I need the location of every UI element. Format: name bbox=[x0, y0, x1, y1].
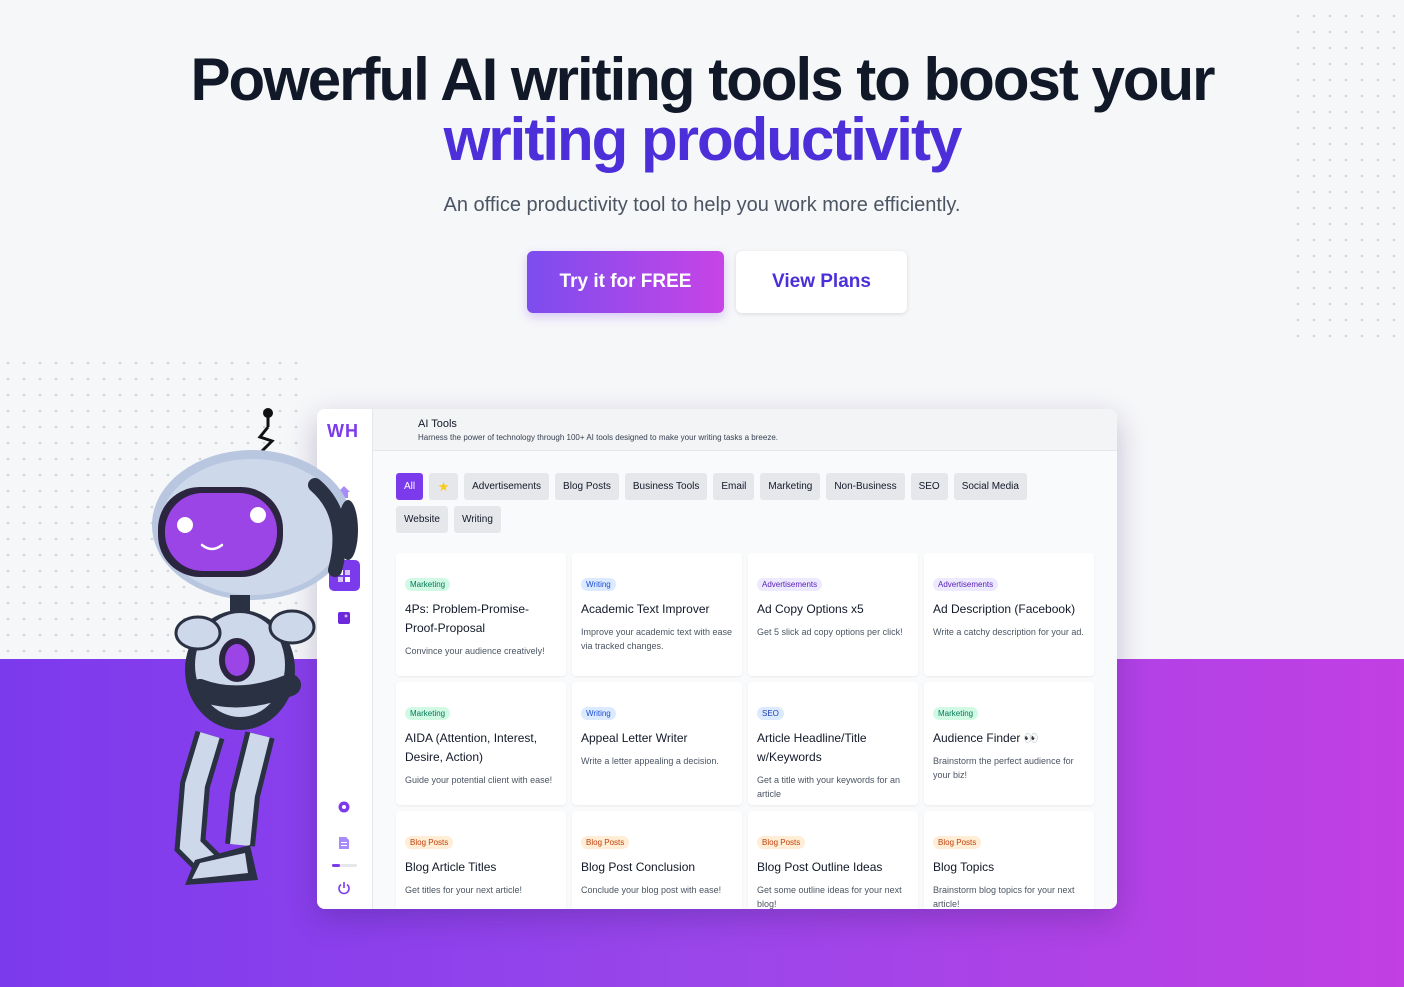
tool-card[interactable]: Blog Posts Blog Post Outline Ideas Get s… bbox=[748, 811, 918, 909]
card-description: Get some outline ideas for your next blo… bbox=[757, 885, 902, 909]
card-title: Blog Post Outline Ideas bbox=[757, 860, 883, 874]
card-title: Article Headline/Title w/Keywords bbox=[757, 731, 867, 764]
tool-card[interactable]: Blog Posts Blog Article Titles Get title… bbox=[396, 811, 566, 909]
filter-seo[interactable]: SEO bbox=[910, 473, 948, 500]
filter-marketing[interactable]: Marketing bbox=[760, 473, 821, 500]
tool-card[interactable]: Marketing AIDA (Attention, Interest, Des… bbox=[396, 682, 566, 805]
card-tag: Marketing bbox=[405, 578, 451, 591]
hero-title-line2: writing productivity bbox=[443, 106, 963, 173]
card-tag: Writing bbox=[581, 707, 616, 720]
tool-card-grid: Marketing 4Ps: Problem-Promise-Proof-Pro… bbox=[396, 553, 1096, 909]
card-description: Get titles for your next article! bbox=[405, 885, 523, 895]
card-description: Write a letter appealing a decision. bbox=[581, 756, 719, 766]
filter-social-media[interactable]: Social Media bbox=[953, 473, 1027, 500]
filter-non-business[interactable]: Non-Business bbox=[826, 473, 905, 500]
app-header: AI Tools Harness the power of technology… bbox=[373, 409, 1117, 451]
filter-writing[interactable]: Writing bbox=[453, 506, 501, 533]
card-title: 4Ps: Problem-Promise-Proof-Proposal bbox=[405, 602, 530, 635]
card-description: Convince your audience creatively! bbox=[405, 646, 545, 656]
card-description: Improve your academic text with ease via… bbox=[581, 627, 733, 651]
card-description: Guide your potential client with ease! bbox=[405, 775, 553, 785]
view-plans-button[interactable]: View Plans bbox=[736, 251, 907, 313]
card-tag: Blog Posts bbox=[405, 836, 454, 849]
filter-all[interactable]: All bbox=[396, 473, 424, 500]
app-preview-window: WH AI Tools Harness the power of technol… bbox=[317, 409, 1117, 909]
card-title: Appeal Letter Writer bbox=[581, 731, 688, 745]
tool-card[interactable]: Blog Posts Blog Topics Brainstorm blog t… bbox=[924, 811, 1094, 909]
card-title: Blog Topics bbox=[933, 860, 995, 874]
tool-card[interactable]: Advertisements Ad Description (Facebook)… bbox=[924, 553, 1094, 676]
card-title: Blog Post Conclusion bbox=[581, 860, 696, 874]
filter-chips: All ★ Advertisements Blog Posts Business… bbox=[396, 473, 1066, 533]
card-title: Audience Finder 👀 bbox=[933, 731, 1039, 745]
filter-email[interactable]: Email bbox=[713, 473, 755, 500]
try-free-button[interactable]: Try it for FREE bbox=[527, 251, 724, 313]
card-title: Academic Text Improver bbox=[581, 602, 710, 616]
hero-title-line1: Powerful AI writing tools to boost your bbox=[190, 46, 1215, 113]
filter-favorites-star-icon[interactable]: ★ bbox=[429, 473, 459, 500]
card-description: Get 5 slick ad copy options per click! bbox=[757, 627, 903, 637]
filter-business-tools[interactable]: Business Tools bbox=[624, 473, 708, 500]
card-tag: SEO bbox=[757, 707, 784, 720]
card-description: Get a title with your keywords for an ar… bbox=[757, 775, 901, 799]
card-tag: Blog Posts bbox=[757, 836, 806, 849]
card-description: Brainstorm blog topics for your next art… bbox=[933, 885, 1075, 909]
card-description: Conclude your blog post with ease! bbox=[581, 885, 722, 895]
tool-card[interactable]: Writing Appeal Letter Writer Write a let… bbox=[572, 682, 742, 805]
card-tag: Advertisements bbox=[757, 578, 823, 591]
hero-subtitle: An office productivity tool to help you … bbox=[443, 194, 961, 216]
card-tag: Marketing bbox=[405, 707, 451, 720]
card-description: Brainstorm the perfect audience for your… bbox=[933, 756, 1074, 780]
tool-card[interactable]: Writing Academic Text Improver Improve y… bbox=[572, 553, 742, 676]
robot-mascot-illustration bbox=[152, 408, 358, 885]
app-page-subtitle: Harness the power of technology through … bbox=[418, 433, 778, 442]
card-tag: Blog Posts bbox=[933, 836, 982, 849]
card-tag: Writing bbox=[581, 578, 616, 591]
tool-card[interactable]: Marketing Audience Finder 👀 Brainstorm t… bbox=[924, 682, 1094, 805]
filter-advertisements[interactable]: Advertisements bbox=[464, 473, 550, 500]
card-tag: Advertisements bbox=[933, 578, 999, 591]
card-description: Write a catchy description for your ad. bbox=[933, 627, 1084, 637]
card-title: AIDA (Attention, Interest, Desire, Actio… bbox=[405, 731, 538, 764]
filter-blog-posts[interactable]: Blog Posts bbox=[555, 473, 619, 500]
tool-card[interactable]: Blog Posts Blog Post Conclusion Conclude… bbox=[572, 811, 742, 909]
tool-card[interactable]: Marketing 4Ps: Problem-Promise-Proof-Pro… bbox=[396, 553, 566, 676]
card-title: Blog Article Titles bbox=[405, 860, 497, 874]
app-main: All ★ Advertisements Blog Posts Business… bbox=[373, 451, 1117, 909]
app-page-title: AI Tools bbox=[418, 418, 457, 430]
card-title: Ad Description (Facebook) bbox=[933, 602, 1076, 616]
tool-card[interactable]: SEO Article Headline/Title w/Keywords Ge… bbox=[748, 682, 918, 805]
tool-card[interactable]: Advertisements Ad Copy Options x5 Get 5 … bbox=[748, 553, 918, 676]
card-tag: Blog Posts bbox=[581, 836, 630, 849]
card-title: Ad Copy Options x5 bbox=[757, 602, 864, 616]
filter-website[interactable]: Website bbox=[396, 506, 448, 533]
hero-title: Powerful AI writing tools to boost your … bbox=[0, 50, 1404, 170]
card-tag: Marketing bbox=[933, 707, 979, 720]
